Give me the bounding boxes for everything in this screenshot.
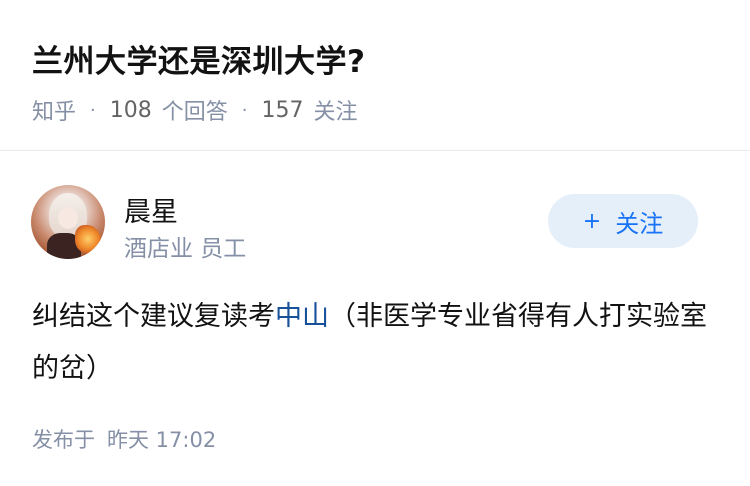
follower-count-label: 关注	[313, 100, 358, 125]
author-name[interactable]: 晨星	[124, 190, 178, 229]
answer-link[interactable]: 中山	[275, 301, 329, 332]
avatar-face	[58, 207, 78, 229]
site-name[interactable]: 知乎	[32, 94, 76, 126]
answer-count-label[interactable]: 个回答	[162, 94, 228, 126]
meta-separator: ·	[90, 99, 96, 121]
answer-timestamp: 发布于 昨天 17:02	[32, 424, 216, 454]
meta-separator: ·	[241, 99, 248, 121]
avatar[interactable]	[31, 185, 105, 259]
answer-count: 108	[109, 97, 152, 123]
answer-card: 晨星 酒店业 员工 + 关注 纠结这个建议复读考中山（非医学专业省得有人打实验室…	[0, 152, 750, 486]
question-title[interactable]: 兰州大学还是深圳大学?	[32, 36, 365, 81]
published-label: 发布于	[32, 428, 95, 452]
question-header: 兰州大学还是深圳大学? 知乎 · 108 个回答 · 157 关注	[0, 0, 750, 151]
published-time: 昨天 17:02	[107, 428, 217, 452]
follower-count: 157	[261, 97, 304, 123]
follow-button[interactable]: + 关注	[548, 194, 698, 248]
author-bio: 酒店业 员工	[124, 236, 247, 262]
question-meta: 知乎 · 108 个回答 · 157 关注	[32, 94, 358, 126]
plus-icon: +	[582, 208, 602, 234]
avatar-flame	[75, 225, 101, 253]
answer-content[interactable]: 纠结这个建议复读考中山（非医学专业省得有人打实验室的岔）	[32, 291, 718, 395]
answer-text: 纠结这个建议复读考	[32, 301, 275, 332]
follow-button-label: 关注	[615, 209, 664, 238]
